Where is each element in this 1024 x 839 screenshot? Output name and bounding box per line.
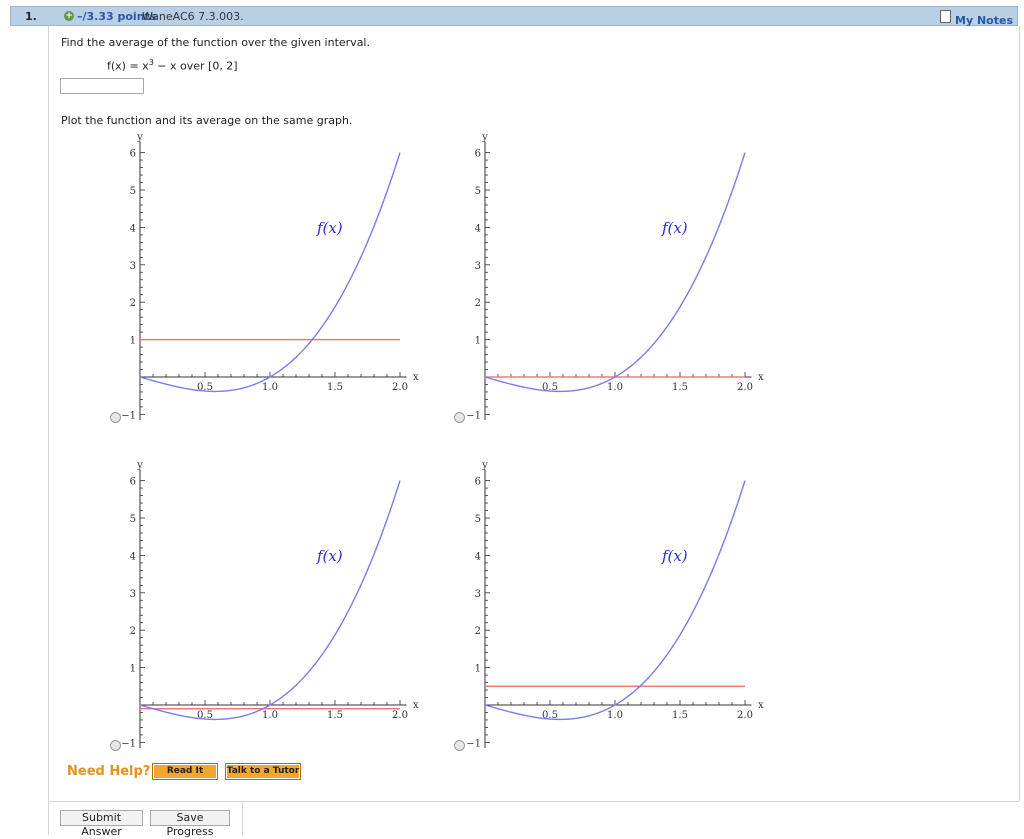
y-axis-label: y [481,460,488,471]
x-tick-label: 2.0 [392,710,408,721]
graph-option-d: 6 5 4 3 2 1 −1 0.5 1.0 1.5 2.0 y x f(x) [453,458,764,758]
y-tick-label: −1 [121,410,136,421]
graph-option-c: 6 5 4 3 2 1 −1 0.5 1.0 1.5 2.0 y x f(x) [108,458,419,758]
x-tick-label: 1.0 [607,382,623,393]
x-axis-label: x [758,700,764,711]
y-tick-label: 5 [130,514,136,525]
question-code: WaneAC6 7.3.003. [142,10,244,23]
y-axis-label: y [136,460,143,471]
y-tick-label: −1 [121,738,136,749]
radio-option-a[interactable] [110,412,121,423]
y-tick-label: 1 [475,336,481,347]
x-axis-label: x [413,700,419,711]
curve-label: f(x) [661,547,688,565]
function-curve [139,480,401,721]
x-axis-label: x [758,372,764,383]
function-statement: f(x) = x3 − x over [0, 2] [107,58,238,73]
radio-option-c[interactable] [110,740,121,751]
x-tick-label: 2.0 [737,382,753,393]
radio-option-b[interactable] [454,412,465,423]
y-tick-label: 6 [475,477,481,488]
y-tick-label: 3 [130,261,136,272]
graph-option-b: 6 5 4 3 2 1 −1 0.5 1.0 1.5 2.0 y x f(x) [453,130,764,430]
submit-answer-button[interactable]: Submit Answer [60,810,143,838]
save-progress-button[interactable]: Save Progress [150,810,230,838]
graph-svg: 654321−10.5 1.0 1.5 2.0yxf(x) [466,460,764,749]
function-curve [484,152,746,393]
y-tick-label: 4 [475,551,481,562]
function-curve [484,480,746,721]
y-tick-label: −1 [466,410,481,421]
graph-svg: 654321−10.5 1.0 1.5 2.0yxf(x) [121,132,419,421]
curve-label: f(x) [316,547,343,565]
plot-prompt: Plot the function and its average on the… [61,114,353,127]
notes-page-icon [940,10,952,23]
talk-to-tutor-button[interactable]: Talk to a Tutor [225,763,301,780]
function-prefix: f(x) = x [107,59,149,73]
expand-plus-icon[interactable]: + [64,11,74,21]
y-tick-label: 2 [130,626,136,637]
y-tick-label: 1 [475,664,481,675]
question-prompt: Find the average of the function over th… [61,36,370,49]
y-tick-label: 5 [475,186,481,197]
y-tick-label: 4 [475,223,481,234]
y-tick-label: 3 [130,589,136,600]
curve-label: f(x) [661,219,688,237]
my-notes-link[interactable]: My Notes [940,9,1013,27]
graph-svg: 654321−10.5 1.0 1.5 2.0yxf(x) [466,132,764,421]
question-header: 1. + –/3.33 points WaneAC6 7.3.003. My N… [10,6,1018,27]
y-tick-label: 4 [130,551,136,562]
average-answer-input[interactable] [60,78,144,94]
y-tick-label: 3 [475,261,481,272]
y-tick-label: 5 [130,186,136,197]
y-tick-label: −1 [466,738,481,749]
y-tick-label: 1 [130,336,136,347]
graph-svg: 654321−10.5 1.0 1.5 2.0yxf(x) [121,460,419,749]
y-tick-label: 2 [475,298,481,309]
y-axis-label: y [481,132,488,143]
y-axis-label: y [136,132,143,143]
x-axis-label: x [413,372,419,383]
y-tick-label: 4 [130,223,136,234]
graph-option-a: 6 5 4 3 2 1 −1 0.5 1.0 1.5 2.0 y x f(x) [108,130,419,430]
curve-label: f(x) [316,219,343,237]
y-tick-label: 2 [130,298,136,309]
y-tick-label: 1 [130,664,136,675]
x-tick-label: 1.0 [262,710,278,721]
radio-option-d[interactable] [454,740,465,751]
footer-divider [243,801,1019,802]
read-it-button[interactable]: Read It [152,763,218,780]
x-tick-label: 1.5 [327,710,343,721]
function-curve [139,152,401,393]
x-tick-label: 1.0 [262,382,278,393]
function-suffix: − x over [0, 2] [153,59,238,73]
x-tick-label: 2.0 [392,382,408,393]
y-tick-label: 5 [475,514,481,525]
y-tick-label: 6 [475,149,481,160]
question-number: 1. [25,10,37,23]
x-tick-label: 1.5 [327,382,343,393]
y-tick-label: 6 [130,149,136,160]
y-tick-label: 6 [130,477,136,488]
y-tick-label: 3 [475,589,481,600]
x-tick-label: 2.0 [737,710,753,721]
x-tick-label: 1.5 [672,710,688,721]
x-tick-label: 1.5 [672,382,688,393]
need-help-label: Need Help? [67,764,151,779]
x-tick-label: 1.0 [607,710,623,721]
y-tick-label: 2 [475,626,481,637]
